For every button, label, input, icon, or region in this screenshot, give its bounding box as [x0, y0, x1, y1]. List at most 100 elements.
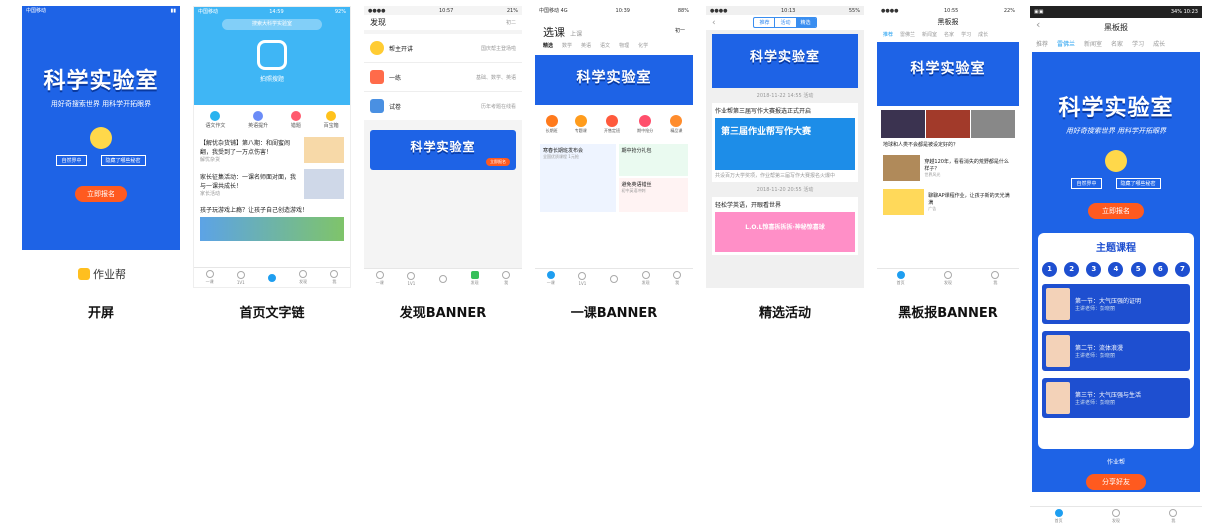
tab-math[interactable]: 数学: [562, 42, 572, 49]
signup-button[interactable]: 立即报名: [75, 186, 127, 202]
tab-4[interactable]: 学习: [1132, 39, 1144, 48]
step-2[interactable]: 2: [1064, 262, 1080, 277]
back-icon[interactable]: ‹: [712, 18, 716, 28]
list-item[interactable]: 一练 基础、数学、英语: [364, 63, 522, 92]
step-4[interactable]: 4: [1108, 262, 1124, 277]
status-carrier: 中国移动: [26, 8, 47, 14]
course-banner[interactable]: 科学实验室: [535, 55, 693, 105]
tab-home[interactable]: [438, 274, 447, 283]
tab-course[interactable]: 一课: [546, 271, 555, 286]
banner-title: 科学实验室: [1058, 96, 1174, 121]
blackboard-banner[interactable]: 科学实验室: [877, 42, 1019, 106]
tab-home[interactable]: 首页: [1054, 509, 1063, 524]
tab-discover[interactable]: 发现: [299, 270, 308, 285]
activity-banner[interactable]: 科学实验室: [712, 34, 858, 88]
tab-home[interactable]: [267, 273, 276, 282]
tab-2[interactable]: 新闻室: [1084, 39, 1102, 48]
icon-topic-class[interactable]: 专题课: [574, 115, 587, 134]
search-input[interactable]: 搜索大科学实验室: [222, 19, 322, 30]
news-title[interactable]: 地球和人类不会都是被设定好的？: [877, 138, 1019, 151]
home-icon-english[interactable]: 英语提升: [248, 111, 268, 129]
icon-presale-class[interactable]: 开售定班: [604, 115, 620, 134]
tab-me[interactable]: 我: [673, 271, 682, 286]
list-item[interactable]: 聊聊AP课程作业，让孩子新的天光满满 广告: [877, 185, 1019, 219]
step-1[interactable]: 1: [1042, 262, 1057, 277]
tab-recommend[interactable]: 推荐: [883, 31, 893, 38]
subtitle[interactable]: 上课: [570, 31, 582, 38]
tab-home[interactable]: 首页: [896, 271, 905, 286]
list-item[interactable]: 【解忧杂货铺】第八期：和闺蜜闹翻，我受到了一万点伤害！ 解忧杂货: [200, 137, 344, 163]
signup-button[interactable]: 立即报名: [1088, 203, 1144, 219]
tab-me[interactable]: 我: [330, 270, 339, 285]
seg-activity[interactable]: 活动: [774, 18, 795, 27]
tab-3[interactable]: 名家: [944, 31, 954, 38]
category-tabs: 推荐 雷佛兰 新闻室 名家 学习 成长: [877, 29, 1019, 40]
tab-chemistry[interactable]: 化学: [638, 42, 648, 49]
caption-course: 一课BANNER: [570, 306, 658, 321]
step-3[interactable]: 3: [1086, 262, 1102, 277]
tab-5[interactable]: 成长: [978, 31, 988, 38]
grade-select[interactable]: 初一: [675, 27, 685, 34]
seg-recommend[interactable]: 推荐: [754, 18, 774, 27]
camera-icon[interactable]: [257, 40, 287, 70]
tab-featured[interactable]: 精选: [543, 42, 553, 49]
home-icon-mistakes[interactable]: 错题: [290, 111, 301, 129]
status-battery: 34%: [1170, 9, 1182, 15]
home-icon-composition[interactable]: 语文作文: [205, 111, 225, 129]
tab-course[interactable]: 一课: [205, 270, 214, 285]
tab-active[interactable]: 雷佛兰: [1057, 39, 1075, 48]
tab-1[interactable]: 雷佛兰: [900, 31, 915, 38]
icon-premium[interactable]: 精品课: [670, 115, 683, 134]
tab-me[interactable]: 我: [1169, 509, 1178, 524]
lesson-card[interactable]: 第一节：大气压强的证明 主讲老师：彭晓丽: [1042, 284, 1190, 324]
lesson-card[interactable]: 第三节：大气压强与生活 主讲老师：彭晓丽: [1042, 378, 1190, 418]
step-7[interactable]: 7: [1174, 262, 1190, 277]
tab-4[interactable]: 学习: [961, 31, 971, 38]
list-item[interactable]: 孩子玩游戏上瘾？让孩子自己创造游戏！: [200, 205, 344, 241]
tab-me[interactable]: 我: [991, 271, 1000, 286]
caption-splash: 开屏: [87, 306, 114, 321]
caption-discover: 发现BANNER: [399, 306, 487, 321]
tab-me[interactable]: 我: [502, 271, 511, 286]
step-6[interactable]: 6: [1152, 262, 1168, 277]
tab-5[interactable]: 成长: [1153, 39, 1165, 48]
bulb-icon: [1105, 150, 1127, 172]
scan-label: 拍照搜题: [259, 76, 284, 83]
course-card[interactable]: 避免英语错丝 初中英语冲刺: [618, 178, 688, 212]
tab-recommend[interactable]: 推荐: [1036, 39, 1048, 48]
activity-card[interactable]: 轻松学英语，开眼看世界 L.O.L惊喜拆拆拆·神秘惊喜球: [712, 197, 858, 255]
share-button[interactable]: 分享好友: [1086, 474, 1146, 490]
home-icon-toolbox[interactable]: 百宝箱: [324, 111, 339, 129]
step-5[interactable]: 5: [1130, 262, 1146, 277]
icon-midterm[interactable]: 期中抢分: [637, 115, 653, 134]
tab-course[interactable]: 一课: [375, 271, 384, 286]
tab-1v1[interactable]: 1V1: [236, 270, 245, 285]
tab-1v1[interactable]: 1V1: [407, 271, 416, 286]
discover-banner[interactable]: 科学实验室 立即报名: [370, 130, 516, 170]
tab-physics[interactable]: 物理: [619, 42, 629, 49]
tab-1v1[interactable]: 1V1: [578, 271, 587, 286]
tab-discover[interactable]: 发现: [943, 271, 952, 286]
list-item[interactable]: 家长征集活动：一课名师面对面，我与一课共成长！ 家长活动: [200, 169, 344, 199]
activity-card[interactable]: 作业帮第三届写作大赛报选正式开启 第三届作业帮写作大赛 共设百万大学奖项，作业帮…: [712, 103, 858, 182]
tab-discover[interactable]: 发现: [641, 271, 650, 286]
tab-3[interactable]: 名家: [1111, 39, 1123, 48]
lesson-card[interactable]: 第二节：流体浪漫 主讲老师：彭晓丽: [1042, 331, 1190, 371]
list-item[interactable]: 穿越120年，看看消失的荒野都是什么样子？ 世界风光: [877, 151, 1019, 185]
tab-english[interactable]: 英语: [581, 42, 591, 49]
tag-nature: 自然界中: [1071, 178, 1102, 189]
tab-discover[interactable]: 发现: [1111, 509, 1120, 524]
course-card[interactable]: 期中抢分礼包: [618, 144, 688, 176]
tab-home[interactable]: [609, 274, 618, 283]
tab-discover[interactable]: 发现: [470, 271, 479, 286]
seg-featured[interactable]: 精选: [795, 18, 816, 27]
tab-chinese[interactable]: 语文: [600, 42, 610, 49]
course-card[interactable]: 寒春长期班发布会 全国优质课程 1元抢: [540, 144, 616, 212]
icon-long-class[interactable]: 长期班: [545, 115, 558, 134]
back-icon[interactable]: ‹: [1036, 18, 1040, 31]
grade-select[interactable]: 初二: [506, 19, 516, 26]
tab-2[interactable]: 新闻室: [922, 31, 937, 38]
phone-detail: ▣▣ 34% 10:23 ‹ 黑板报 推荐 雷佛兰 新闻室 名家 学习 成长 科学实验室 用好…: [1030, 6, 1202, 526]
list-item[interactable]: 试卷 历年考题在线看: [364, 92, 522, 120]
list-item[interactable]: 帮主开讲 国庆帮主登场啦: [364, 34, 522, 63]
